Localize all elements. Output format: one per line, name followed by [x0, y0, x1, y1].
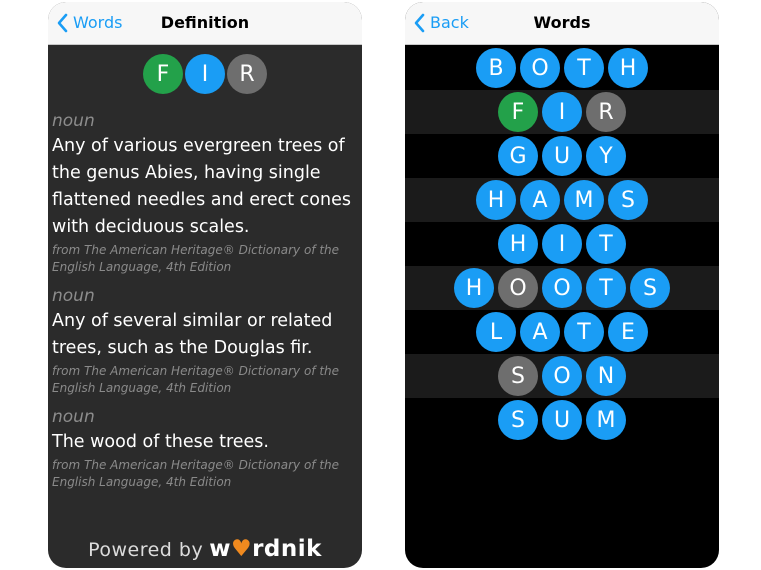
- word-row-hams[interactable]: HAMS: [405, 178, 719, 222]
- letter-tile: I: [542, 92, 582, 132]
- letter-tile: O: [542, 268, 582, 308]
- letter-tile: M: [586, 400, 626, 440]
- word-row-hoots[interactable]: HOOTS: [405, 266, 719, 310]
- letter-tile: A: [520, 312, 560, 352]
- word-tiles: FIR: [48, 54, 362, 94]
- letter-tile: I: [542, 224, 582, 264]
- letter-tile: B: [476, 48, 516, 88]
- words-navbar: Back Words: [405, 2, 719, 45]
- letter-tile: H: [454, 268, 494, 308]
- letter-tile: O: [542, 356, 582, 396]
- definition-text: The wood of these trees.: [52, 432, 269, 452]
- letter-tile: N: [586, 356, 626, 396]
- letter-tile: S: [608, 180, 648, 220]
- definition-entry: noun Any of several similar or related tr…: [52, 285, 358, 397]
- letter-tile: H: [498, 224, 538, 264]
- definition-text: Any of various evergreen trees of the ge…: [52, 136, 351, 237]
- powered-by-label: Powered by: [88, 539, 204, 561]
- letter-tile: S: [630, 268, 670, 308]
- word-list: BOTHFIRGUYHAMSHITHOOTSLATESONSUM: [405, 46, 719, 442]
- definition-entry: noun The wood of these trees. from The Ame…: [52, 406, 358, 491]
- letter-tile: G: [498, 136, 538, 176]
- letter-tile: U: [542, 400, 582, 440]
- letter-tile: H: [608, 48, 648, 88]
- definition-content: FIR noun Any of various evergreen trees o…: [48, 44, 362, 568]
- definition-screen: Words Definition FIR noun Any of various …: [48, 2, 362, 568]
- definition-text: Any of several similar or related trees,…: [52, 311, 333, 358]
- definition-navbar: Words Definition: [48, 2, 362, 45]
- definitions-list: noun Any of various evergreen trees of th…: [52, 110, 358, 500]
- letter-tile: F: [498, 92, 538, 132]
- word-row-hit[interactable]: HIT: [405, 222, 719, 266]
- letter-tile: M: [564, 180, 604, 220]
- words-screen: Back Words BOTHFIRGUYHAMSHITHOOTSLATESON…: [405, 2, 719, 568]
- powered-by-wordnik[interactable]: Powered by w♥rdnik: [48, 536, 362, 562]
- letter-tile: H: [476, 180, 516, 220]
- letter-tile: S: [498, 356, 538, 396]
- letter-tile: T: [564, 48, 604, 88]
- letter-tile: T: [586, 268, 626, 308]
- page-title: Words: [533, 13, 591, 32]
- wordnik-logo: w♥rdnik: [209, 536, 322, 562]
- letter-tile: R: [586, 92, 626, 132]
- definition-source: from The American Heritage® Dictionary o…: [52, 243, 340, 274]
- part-of-speech: noun: [52, 111, 95, 131]
- definition-source: from The American Heritage® Dictionary o…: [52, 458, 340, 489]
- letter-tile: R: [227, 54, 267, 94]
- word-row-fir[interactable]: FIR: [405, 90, 719, 134]
- letter-tile: T: [586, 224, 626, 264]
- part-of-speech: noun: [52, 407, 95, 427]
- definition-entry: noun Any of various evergreen trees of th…: [52, 110, 358, 276]
- definition-source: from The American Heritage® Dictionary o…: [52, 364, 340, 395]
- word-row-sum[interactable]: SUM: [405, 398, 719, 442]
- letter-tile: Y: [586, 136, 626, 176]
- letter-tile: E: [608, 312, 648, 352]
- word-row-both[interactable]: BOTH: [405, 46, 719, 90]
- word-row-guy[interactable]: GUY: [405, 134, 719, 178]
- letter-tile: I: [185, 54, 225, 94]
- letter-tile: O: [520, 48, 560, 88]
- letter-tile: S: [498, 400, 538, 440]
- letter-tile: F: [143, 54, 183, 94]
- word-row-son[interactable]: SON: [405, 354, 719, 398]
- letter-tile: A: [520, 180, 560, 220]
- letter-tile: U: [542, 136, 582, 176]
- letter-tile: L: [476, 312, 516, 352]
- letter-tile: O: [498, 268, 538, 308]
- page-title: Definition: [160, 13, 250, 32]
- letter-tile: T: [564, 312, 604, 352]
- part-of-speech: noun: [52, 286, 95, 306]
- word-row-late[interactable]: LATE: [405, 310, 719, 354]
- heart-icon: ♥: [230, 536, 253, 562]
